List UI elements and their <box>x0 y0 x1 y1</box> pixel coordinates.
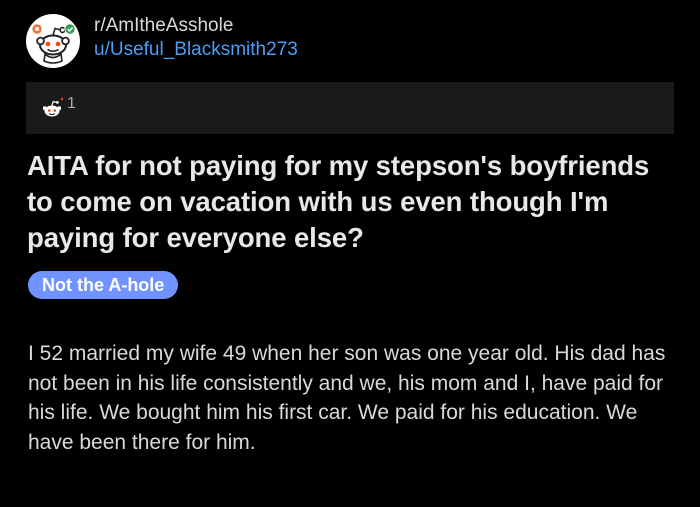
post-body: I 52 married my wife 49 when her son was… <box>28 342 666 454</box>
award-count: 1 <box>67 95 76 112</box>
author-username[interactable]: u/Useful_Blacksmith273 <box>94 38 298 62</box>
awards-bar[interactable]: 1 <box>26 82 674 134</box>
post-header: r/AmItheAsshole u/Useful_Blacksmith273 <box>26 12 298 70</box>
snoo-award-icon <box>40 95 66 121</box>
post-meta: r/AmItheAsshole u/Useful_Blacksmith273 <box>94 14 298 62</box>
post-title[interactable]: AITA for not paying for my stepson's boy… <box>27 148 677 256</box>
reddit-snoo-icon <box>31 23 76 64</box>
subreddit-avatar[interactable] <box>26 14 80 68</box>
post-flair[interactable]: Not the A-hole <box>28 271 179 299</box>
post-screen: r/AmItheAsshole u/Useful_Blacksmith273 1… <box>0 0 700 507</box>
subreddit-name[interactable]: r/AmItheAsshole <box>94 14 298 38</box>
